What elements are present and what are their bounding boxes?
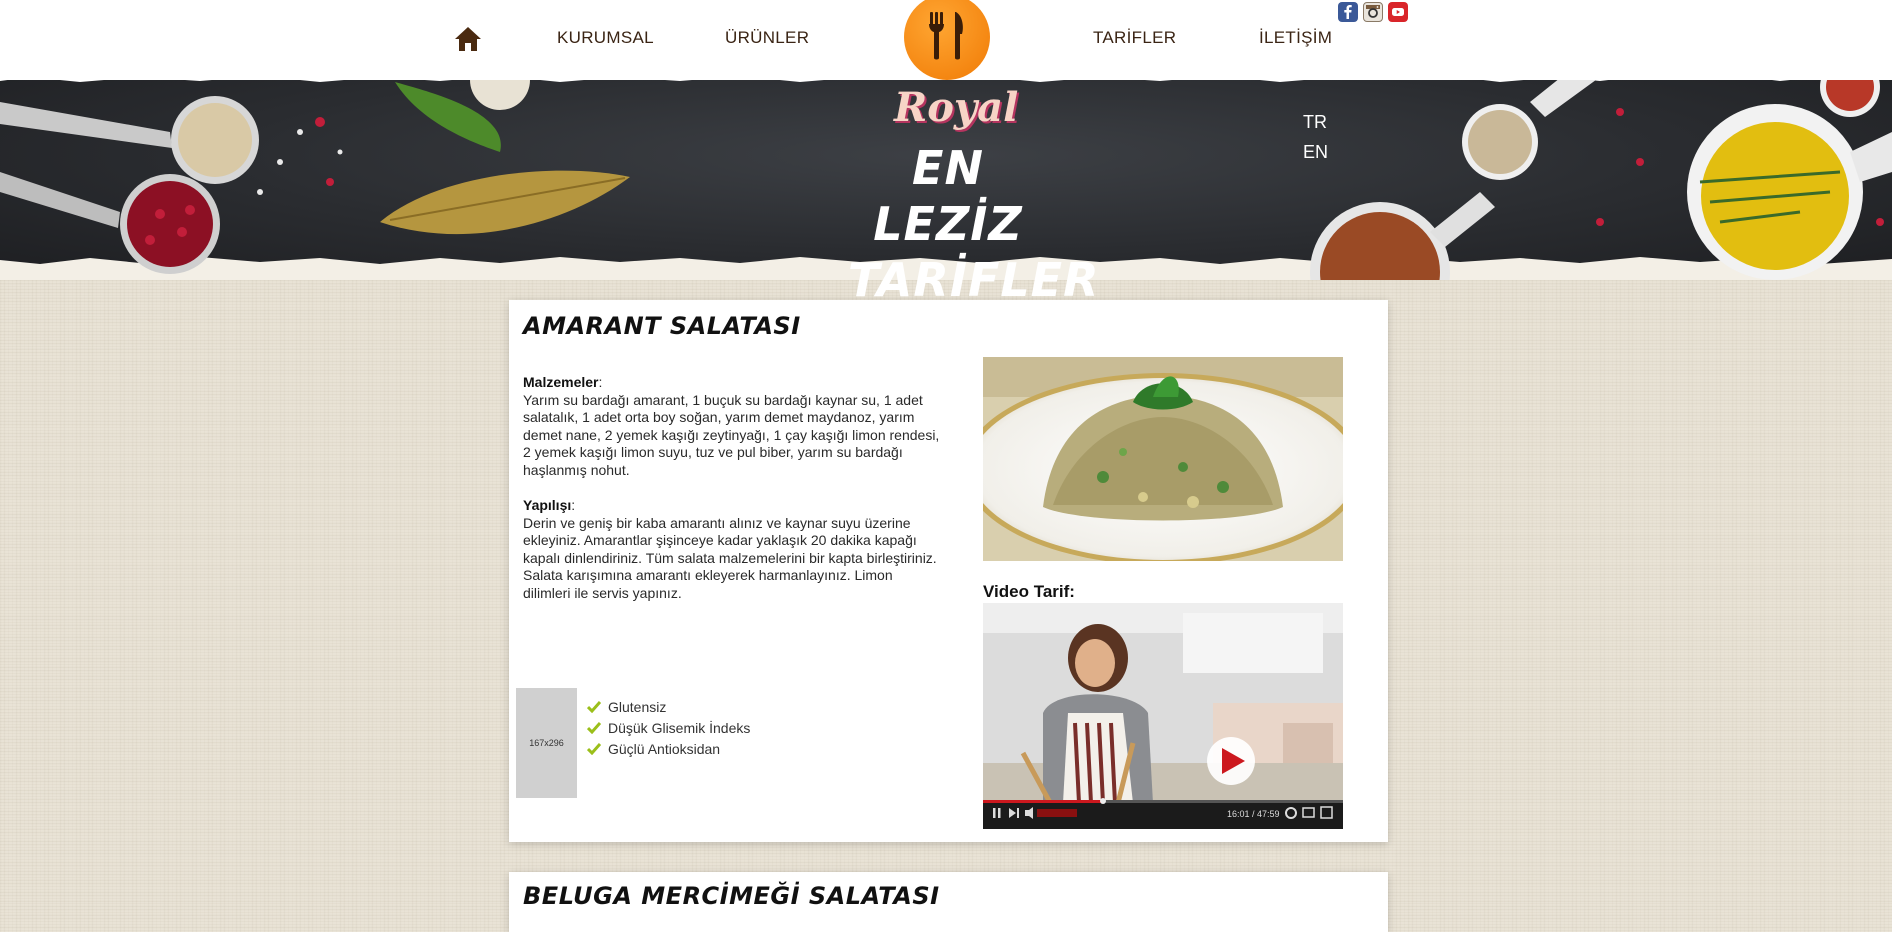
recipe-title: BELUGA MERCİMEĞİ SALATASI <box>523 882 940 910</box>
preparation-text: Derin ve geniş bir kaba amarantı alınız … <box>523 514 937 601</box>
nav-item-kurumsal[interactable]: KURUMSAL <box>557 28 654 48</box>
list-item: Güçlü Antioksidan <box>587 738 750 759</box>
banner-title-line-2: TARİFLER <box>848 253 1100 307</box>
check-icon <box>587 700 601 713</box>
nav-item-iletisim[interactable]: İLETİŞİM <box>1259 28 1332 48</box>
brand-script: Royal <box>894 84 1019 131</box>
home-icon[interactable] <box>454 26 482 52</box>
feature-label: Güçlü Antioksidan <box>608 740 721 757</box>
check-icon <box>587 721 601 734</box>
recipe-text: Malzemeler: Yarım su bardağı amarant, 1 … <box>523 374 943 602</box>
language-tr-link[interactable]: TR <box>1303 112 1327 133</box>
recipe-card: BELUGA MERCİMEĞİ SALATASI <box>509 872 1388 932</box>
dish-photo <box>983 357 1343 561</box>
check-icon <box>587 742 601 755</box>
banner-title: EN LEZİZ TARİFLER <box>848 140 1100 308</box>
video-player[interactable]: 16:01 / 47:59 <box>983 603 1343 829</box>
list-item: Düşük Glisemik İndeks <box>587 717 750 738</box>
video-time: 16:01 / 47:59 <box>1227 809 1280 819</box>
facebook-icon[interactable] <box>1338 2 1358 22</box>
youtube-icon[interactable] <box>1388 2 1408 22</box>
feature-label: Düşük Glisemik İndeks <box>608 719 751 736</box>
placeholder-size-label: 167x296 <box>529 738 564 748</box>
language-en-link[interactable]: EN <box>1303 142 1328 163</box>
preparation-heading: Yapılışı <box>523 497 572 513</box>
video-recipe-label: Video Tarif: <box>983 582 1075 601</box>
logo-icon[interactable] <box>904 0 990 80</box>
feature-list: Glutensiz Düşük Glisemik İndeks Güçlü An… <box>587 696 750 759</box>
instagram-icon[interactable] <box>1363 2 1383 22</box>
ingredients-text: Yarım su bardağı amarant, 1 buçuk su bar… <box>523 391 940 478</box>
nav-item-urunler[interactable]: ÜRÜNLER <box>725 28 809 48</box>
list-item: Glutensiz <box>587 696 750 717</box>
nav-item-tarifler[interactable]: TARİFLER <box>1093 28 1176 48</box>
feature-label: Glutensiz <box>608 698 667 715</box>
ingredients-heading: Malzemeler <box>523 374 599 390</box>
banner-title-line-1: EN LEZİZ <box>873 141 1023 251</box>
recipe-card: AMARANT SALATASI Malzemeler: Yarım su ba… <box>509 300 1388 842</box>
placeholder-image: 167x296 <box>516 688 577 798</box>
recipe-title: AMARANT SALATASI <box>523 312 801 340</box>
